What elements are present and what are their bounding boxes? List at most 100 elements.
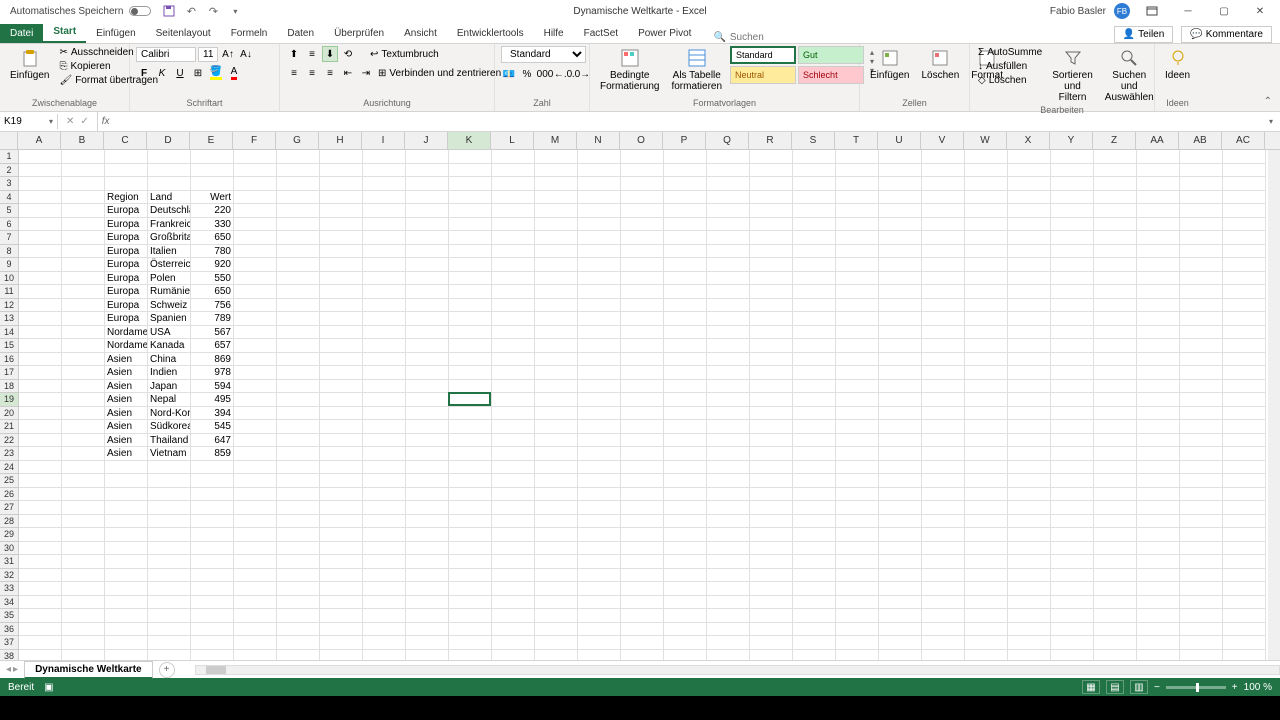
cell[interactable]: [105, 177, 148, 191]
cell[interactable]: [965, 609, 1008, 623]
column-header[interactable]: B: [61, 132, 104, 149]
cell[interactable]: [1008, 528, 1051, 542]
cell[interactable]: [535, 447, 578, 461]
cell[interactable]: [1094, 407, 1137, 421]
cell[interactable]: [1051, 650, 1094, 661]
cell[interactable]: [922, 636, 965, 650]
cell[interactable]: [1180, 326, 1223, 340]
cell[interactable]: [234, 312, 277, 326]
cell[interactable]: [234, 245, 277, 259]
cell[interactable]: [535, 515, 578, 529]
cell[interactable]: [1051, 177, 1094, 191]
cell[interactable]: [1223, 609, 1266, 623]
clear-button[interactable]: ◇Löschen: [976, 74, 1044, 87]
cell[interactable]: [234, 150, 277, 164]
cell[interactable]: [1180, 420, 1223, 434]
cell[interactable]: [1094, 245, 1137, 259]
cell[interactable]: [535, 177, 578, 191]
cell[interactable]: [836, 245, 879, 259]
cell[interactable]: [234, 515, 277, 529]
cell[interactable]: [277, 339, 320, 353]
cell[interactable]: [578, 650, 621, 661]
cell[interactable]: Asien: [105, 393, 148, 407]
cell[interactable]: [750, 582, 793, 596]
cell[interactable]: [1137, 272, 1180, 286]
cell[interactable]: [320, 461, 363, 475]
cell[interactable]: [1223, 636, 1266, 650]
cell[interactable]: [277, 258, 320, 272]
cell[interactable]: [750, 272, 793, 286]
cell[interactable]: [320, 447, 363, 461]
cell[interactable]: [664, 380, 707, 394]
add-sheet-button[interactable]: +: [159, 662, 175, 678]
cell[interactable]: [836, 285, 879, 299]
italic-button[interactable]: K: [154, 65, 170, 81]
cell[interactable]: [363, 380, 406, 394]
cell[interactable]: [62, 515, 105, 529]
cell[interactable]: [879, 285, 922, 299]
cell[interactable]: Schweiz: [148, 299, 191, 313]
qat-more-icon[interactable]: ▾: [229, 5, 241, 17]
fill-button[interactable]: ↓Ausfüllen: [976, 60, 1044, 73]
cell[interactable]: [707, 407, 750, 421]
cell[interactable]: [535, 542, 578, 556]
cell[interactable]: [578, 393, 621, 407]
cell[interactable]: [1180, 164, 1223, 178]
cell[interactable]: [1223, 447, 1266, 461]
cell[interactable]: [406, 488, 449, 502]
cell[interactable]: [965, 447, 1008, 461]
cell[interactable]: [793, 191, 836, 205]
cell[interactable]: [836, 326, 879, 340]
cell[interactable]: [578, 474, 621, 488]
cell[interactable]: [922, 582, 965, 596]
cell[interactable]: [707, 501, 750, 515]
increase-font-button[interactable]: A↑: [220, 46, 236, 62]
cell[interactable]: [1094, 447, 1137, 461]
cell[interactable]: [492, 366, 535, 380]
column-header[interactable]: N: [577, 132, 620, 149]
cell[interactable]: [62, 299, 105, 313]
cell[interactable]: [922, 231, 965, 245]
cell[interactable]: [191, 569, 234, 583]
cell[interactable]: [965, 272, 1008, 286]
cell[interactable]: [707, 177, 750, 191]
column-header[interactable]: T: [835, 132, 878, 149]
cell[interactable]: [621, 501, 664, 515]
cell[interactable]: [363, 434, 406, 448]
cell[interactable]: [535, 366, 578, 380]
cell[interactable]: [191, 501, 234, 515]
cell[interactable]: [1094, 191, 1137, 205]
cell[interactable]: [750, 164, 793, 178]
cell[interactable]: [492, 447, 535, 461]
cell[interactable]: Europa: [105, 231, 148, 245]
cell[interactable]: [621, 231, 664, 245]
cell[interactable]: [793, 528, 836, 542]
cell[interactable]: [19, 204, 62, 218]
cell[interactable]: [1137, 258, 1180, 272]
cell[interactable]: [965, 569, 1008, 583]
cell[interactable]: [234, 164, 277, 178]
cell[interactable]: [1051, 285, 1094, 299]
cell[interactable]: [277, 569, 320, 583]
cell[interactable]: [664, 528, 707, 542]
cell[interactable]: [363, 150, 406, 164]
cell[interactable]: [277, 218, 320, 232]
cell[interactable]: [535, 596, 578, 610]
cell[interactable]: [449, 609, 492, 623]
cell[interactable]: [1223, 299, 1266, 313]
cell[interactable]: [1051, 272, 1094, 286]
cell[interactable]: [793, 353, 836, 367]
cell[interactable]: [879, 623, 922, 637]
cell[interactable]: [1137, 353, 1180, 367]
cell[interactable]: [105, 542, 148, 556]
tab-entwicklertools[interactable]: Entwicklertools: [447, 24, 534, 43]
cell[interactable]: [1180, 380, 1223, 394]
cell[interactable]: [105, 461, 148, 475]
cell[interactable]: [535, 582, 578, 596]
cell[interactable]: [922, 407, 965, 421]
cell[interactable]: [148, 650, 191, 661]
sheet-nav-first-icon[interactable]: ◂: [6, 664, 11, 675]
cell[interactable]: [19, 461, 62, 475]
cell[interactable]: [922, 177, 965, 191]
cell[interactable]: [621, 393, 664, 407]
